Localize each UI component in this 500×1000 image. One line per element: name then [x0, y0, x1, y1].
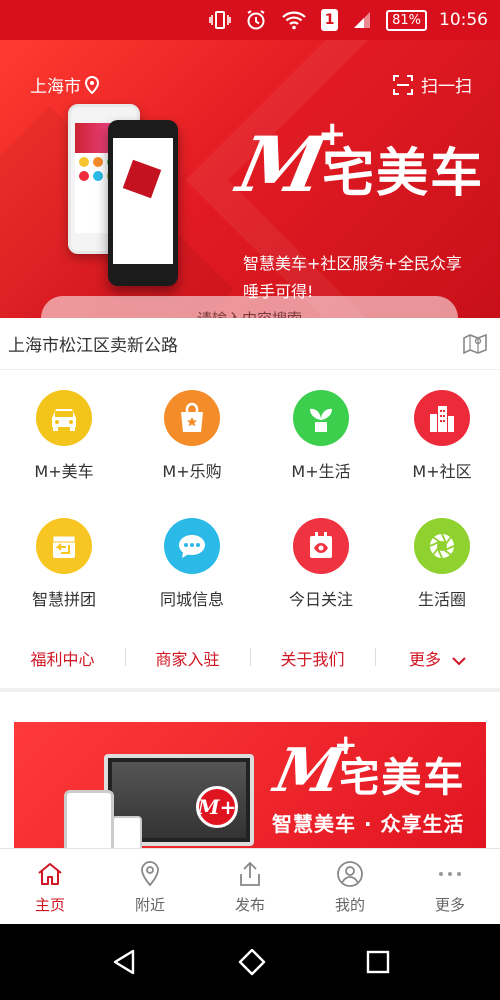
tab-mine[interactable]: 我的 [300, 849, 400, 924]
signal-icon [352, 10, 372, 30]
phone-illustration-small [112, 816, 142, 852]
link-welfare-center[interactable]: 福利中心 [0, 646, 125, 670]
scan-label: 扫一扫 [421, 77, 472, 97]
user-icon [336, 858, 364, 890]
feature-m-life[interactable]: M+生活 [266, 390, 376, 482]
link-more-label: 更多 [408, 650, 441, 669]
recents-icon[interactable] [365, 949, 391, 975]
status-bar: 1 81% 10:56 [0, 0, 500, 40]
feature-group-buy[interactable]: 智慧拼团 [9, 518, 119, 610]
wifi-icon [281, 10, 307, 30]
shopping-bag-icon [164, 390, 220, 446]
tab-nearby[interactable]: 附近 [100, 849, 200, 924]
phone-illustration [64, 790, 114, 852]
tab-label: 发布 [234, 896, 265, 914]
home-icon [36, 858, 64, 890]
map-icon[interactable] [462, 332, 488, 356]
chat-icon [164, 518, 220, 574]
bottom-tab-bar: 主页 附近 发布 我的 更多 [0, 848, 500, 924]
address-text: 上海市松江区卖新公路 [8, 336, 178, 356]
city-selector[interactable]: 上海市 [30, 72, 99, 97]
plant-icon [293, 390, 349, 446]
group-buy-icon [36, 518, 92, 574]
link-about-us[interactable]: 关于我们 [250, 646, 375, 670]
feature-label: M+社区 [412, 462, 472, 481]
scan-icon [393, 74, 413, 95]
feature-m-car[interactable]: M+美车 [9, 390, 119, 482]
hero-banner: 上海市 扫一扫 M+宅美车 智慧美车+社区服务+全民众享 唾手可得! 请输入内容… [0, 40, 500, 318]
feature-m-community[interactable]: M+社区 [387, 390, 497, 482]
section-divider [0, 688, 500, 692]
link-merchant-join[interactable]: 商家入驻 [125, 646, 250, 670]
banner-slogan: 智慧美车 · 众享生活 [272, 812, 465, 836]
tab-label: 附近 [134, 896, 165, 914]
phone-illustration-2 [108, 120, 178, 286]
vibrate-icon [209, 10, 231, 30]
feature-label: 智慧拼团 [31, 590, 96, 609]
alarm-icon [245, 9, 267, 31]
feature-label: M+乐购 [162, 462, 222, 481]
tab-label: 更多 [434, 896, 465, 914]
address-bar[interactable]: 上海市松江区卖新公路 [0, 318, 500, 370]
banner-logo: M + 宅美车 [268, 728, 466, 806]
feature-life-circle[interactable]: 生活圈 [387, 518, 497, 610]
tab-publish[interactable]: 发布 [200, 849, 300, 924]
chevron-down-icon [452, 656, 466, 665]
feature-label: 今日关注 [288, 590, 353, 609]
tab-more[interactable]: 更多 [400, 849, 500, 924]
city-label: 上海市 [30, 77, 81, 97]
feature-local-info[interactable]: 同城信息 [137, 518, 247, 610]
promo-banner[interactable]: M+ M + 宅美车 智慧美车 · 众享生活 [14, 722, 486, 852]
share-icon [237, 858, 263, 890]
clock: 10:56 [439, 10, 488, 30]
feature-label: M+生活 [291, 462, 351, 481]
location-pin-icon [85, 75, 99, 94]
tab-home[interactable]: 主页 [0, 849, 100, 924]
feature-today-focus[interactable]: 今日关注 [266, 518, 376, 610]
home-nav-icon[interactable] [237, 947, 267, 977]
more-icon [437, 858, 463, 890]
tab-label: 主页 [34, 896, 65, 914]
feature-label: 同城信息 [159, 590, 224, 609]
location-icon [139, 858, 161, 890]
aperture-icon [414, 518, 470, 574]
back-icon[interactable] [109, 947, 139, 977]
car-icon [36, 390, 92, 446]
slogan-line1: 智慧美车+社区服务+全民众享 [243, 254, 462, 273]
tab-label: 我的 [334, 896, 365, 914]
search-input[interactable]: 请输入内容搜索 [41, 296, 458, 318]
calendar-eye-icon [293, 518, 349, 574]
feature-m-shop[interactable]: M+乐购 [137, 390, 247, 482]
brand-logo: M + 宅美车 [230, 114, 485, 209]
battery-indicator: 81% [386, 9, 427, 31]
feature-label: M+美车 [34, 462, 94, 481]
system-nav-bar [0, 924, 500, 1000]
link-more[interactable]: 更多 [375, 646, 500, 670]
feature-label: 生活圈 [417, 590, 466, 609]
sim-indicator: 1 [321, 9, 339, 31]
scan-button[interactable]: 扫一扫 [393, 72, 472, 97]
building-icon [414, 390, 470, 446]
quick-links: 福利中心 商家入驻 关于我们 更多 [0, 636, 500, 680]
brand-badge: M+ [196, 786, 238, 828]
